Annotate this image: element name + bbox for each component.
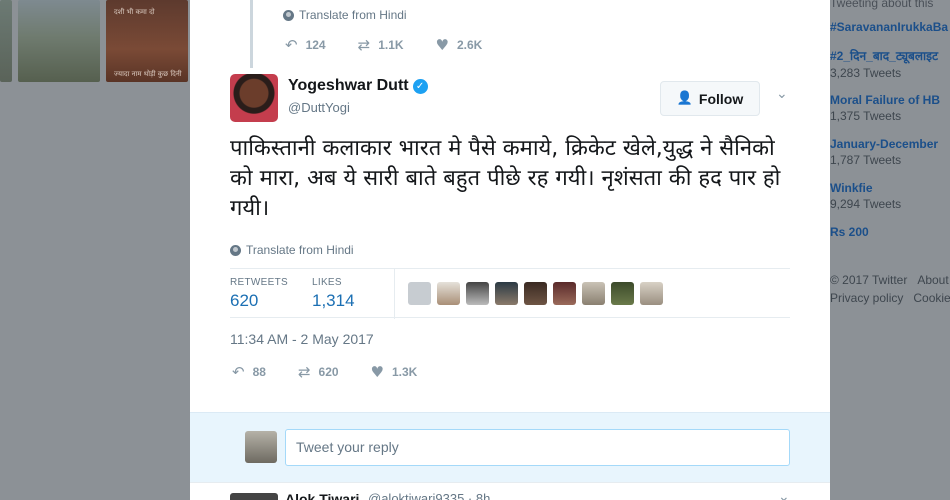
trend-name[interactable]: Rs 200 [830, 225, 869, 239]
background-media-thumbnails: दशी भी कमा दो ज्यादा नाम थोड़ी कुछ दिनी [0, 0, 190, 82]
trend-item[interactable]: Moral Failure of HB 1,375 Tweets [830, 93, 940, 123]
liker-avatar[interactable] [524, 282, 547, 305]
reply-input[interactable]: Tweet your reply [285, 429, 790, 466]
retweet-icon: ⇄ [297, 363, 311, 381]
verified-icon: ✓ [412, 78, 428, 94]
trend-item[interactable]: January-December 1,787 Tweets [830, 137, 938, 167]
author-handle[interactable]: @DuttYogi [288, 100, 350, 115]
retweets-stat[interactable]: RETWEETS 620 [230, 277, 288, 311]
trend-count: 1,787 Tweets [830, 153, 902, 167]
trend-item[interactable]: #2_दिन_बाद_ट्यूबलाइट 3,283 Tweets [830, 47, 938, 80]
footer-about-link[interactable]: About [917, 273, 948, 287]
reply-author-name[interactable]: Alok Tiwari [285, 491, 359, 500]
chevron-down-icon[interactable]: ⌄ [776, 86, 788, 102]
reply-composer: Tweet your reply [190, 412, 830, 482]
retweet-count: 620 [318, 365, 339, 379]
retweets-label: RETWEETS [230, 277, 288, 288]
liker-avatar[interactable] [408, 282, 431, 305]
liker-avatar[interactable] [495, 282, 518, 305]
tweet-permalink-modal: Translate from Hindi ↶ 124 ⇄ 1.1K ♥ 2.6K… [190, 0, 830, 500]
follow-button[interactable]: 👤 Follow [660, 81, 760, 116]
parent-tweet-actions: ↶ 124 ⇄ 1.1K ♥ 2.6K [285, 36, 514, 54]
current-user-avatar [245, 431, 277, 463]
retweets-value[interactable]: 620 [230, 291, 288, 311]
footer-links: © 2017 Twitter About [830, 273, 950, 287]
author-avatar[interactable] [230, 74, 278, 122]
trend-name[interactable]: Moral Failure of HB [830, 93, 940, 107]
liker-avatar[interactable] [611, 282, 634, 305]
reply-button[interactable]: ↶ 88 [232, 363, 266, 381]
tweet-actions: ↶ 88 ⇄ 620 ♥ 1.3K [232, 363, 449, 381]
heart-icon: ♥ [370, 363, 384, 381]
liker-avatar[interactable] [553, 282, 576, 305]
background-thumbnail [18, 0, 100, 82]
trend-name[interactable]: #2_दिन_बाद_ट्यूबलाइट [830, 47, 938, 64]
liker-avatar[interactable] [437, 282, 460, 305]
footer-cookies-link[interactable]: Cookies [913, 291, 950, 305]
reply-author-handle[interactable]: @aloktiwari9335 · 8h [368, 491, 490, 500]
author-name[interactable]: Yogeshwar Dutt [288, 77, 409, 95]
retweet-button[interactable]: ⇄ 1.1K [358, 36, 404, 54]
like-count: 1.3K [392, 365, 418, 379]
tweet-timestamp[interactable]: 11:34 AM - 2 May 2017 [230, 331, 374, 347]
author-name-row[interactable]: Yogeshwar Dutt ✓ [288, 77, 428, 95]
trend-count: 3,283 Tweets [830, 66, 902, 80]
stats-divider [394, 269, 395, 319]
heart-icon: ♥ [435, 36, 449, 54]
liker-avatar[interactable] [582, 282, 605, 305]
reply-icon: ↶ [232, 363, 245, 381]
trend-count: 9,294 Tweets [830, 197, 902, 211]
follow-label: Follow [698, 90, 744, 107]
trend-name[interactable]: January-December [830, 137, 938, 151]
globe-icon [283, 9, 294, 21]
like-button[interactable]: ♥ 1.3K [371, 363, 418, 381]
likes-label: LIKES [312, 277, 342, 288]
reply-tweet[interactable]: Alok Tiwari @aloktiwari9335 · 8h ⌄ [190, 482, 830, 500]
liker-avatar[interactable] [640, 282, 663, 305]
retweet-icon: ⇄ [357, 36, 371, 54]
globe-icon [230, 244, 241, 256]
background-thumbnail [0, 0, 12, 82]
trend-item[interactable]: Winkfie 9,294 Tweets [830, 181, 901, 211]
likes-value[interactable]: 1,314 [312, 291, 355, 311]
trend-item[interactable]: Rs 200 [830, 225, 869, 239]
reply-icon: ↶ [285, 36, 298, 54]
retweet-button[interactable]: ⇄ 620 [298, 363, 339, 381]
trend-name[interactable]: Winkfie [830, 181, 901, 195]
liker-avatar[interactable] [466, 282, 489, 305]
reply-count: 88 [252, 365, 266, 379]
footer-privacy-link[interactable]: Privacy policy [830, 291, 903, 305]
reply-author-avatar[interactable] [230, 493, 278, 500]
likes-stat[interactable]: LIKES 1,314 [312, 277, 355, 311]
translate-label[interactable]: Translate from Hindi [299, 8, 407, 22]
trend-item[interactable]: #SaravananIrukkaBa [830, 20, 948, 34]
like-count: 2.6K [457, 38, 483, 52]
trends-header: Tweeting about this [830, 0, 934, 10]
reply-button[interactable]: ↶ 124 [285, 36, 326, 54]
thumbnail-caption: दशी भी कमा दो [114, 8, 155, 16]
translate-label[interactable]: Translate from Hindi [246, 243, 354, 257]
tweet-text: पाकिस्तानी कलाकार भारत मे पैसे कमाये, क्… [230, 136, 781, 221]
follow-user-icon: 👤 [676, 91, 693, 106]
tweet-header: Yogeshwar Dutt ✓ @DuttYogi 👤 Follow ⌄ [230, 74, 800, 124]
liker-avatars [408, 282, 669, 305]
translate-link[interactable]: Translate from Hindi [230, 243, 354, 257]
background-thumbnail: दशी भी कमा दो ज्यादा नाम थोड़ी कुछ दिनी [106, 0, 188, 82]
translate-link[interactable]: Translate from Hindi [283, 8, 407, 22]
like-button[interactable]: ♥ 2.6K [436, 36, 483, 54]
chevron-down-icon[interactable]: ⌄ [778, 489, 790, 500]
footer-links: Privacy policy Cookies [830, 291, 950, 305]
thumbnail-caption: ज्यादा नाम थोड़ी कुछ दिनी [114, 70, 182, 78]
parent-tweet-thread: Translate from Hindi ↶ 124 ⇄ 1.1K ♥ 2.6K [250, 0, 810, 68]
retweet-count: 1.1K [378, 38, 404, 52]
trend-count: 1,375 Tweets [830, 109, 902, 123]
tweet-stats: RETWEETS 620 LIKES 1,314 [230, 268, 790, 319]
trends-panel: Tweeting about this #SaravananIrukkaBa #… [830, 0, 950, 500]
reply-count: 124 [305, 38, 326, 52]
footer-copyright: © 2017 Twitter [830, 273, 908, 287]
trend-name[interactable]: #SaravananIrukkaBa [830, 20, 948, 34]
